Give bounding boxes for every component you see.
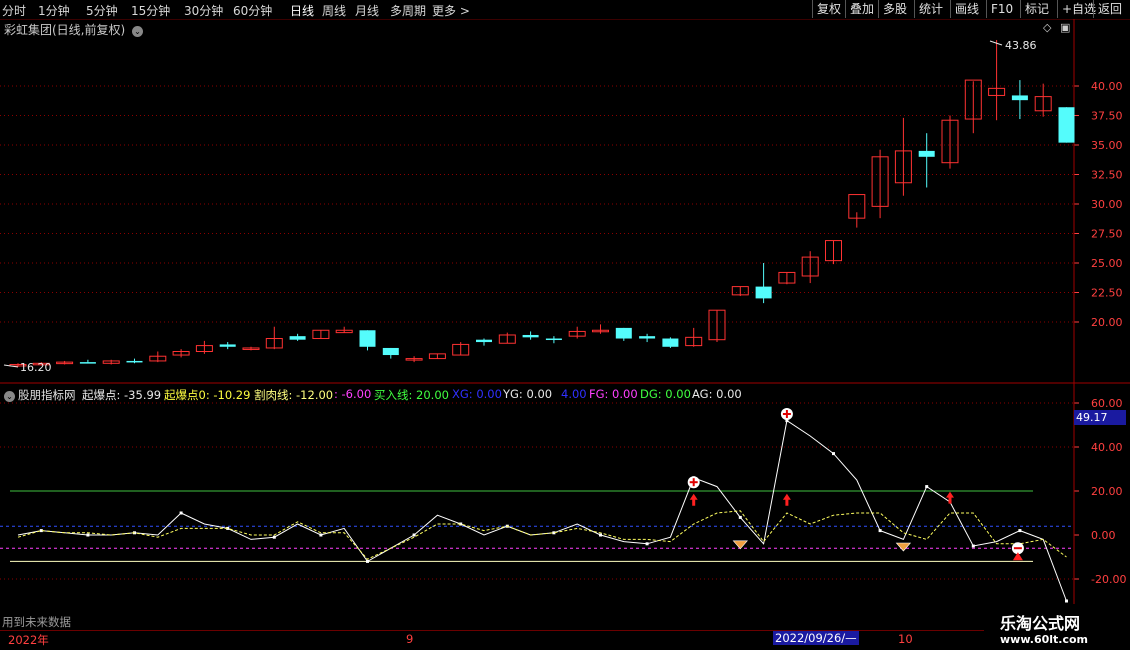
candle-body-down [1058,107,1075,143]
period-tab-5[interactable]: 60分钟 [233,2,272,19]
period-tab-0[interactable]: 分时 [2,2,26,19]
watermark-url: www.60lt.com [1000,633,1089,646]
indicator-tick-label: 40.00 [1091,441,1123,454]
price-tick-label: 25.00 [1091,257,1123,270]
candle-body-down [639,336,656,339]
period-tab-4[interactable]: 30分钟 [184,2,223,19]
candle-body-down [79,362,96,364]
price-tick-label: 27.50 [1091,228,1123,241]
sell-triangle-icon [1012,552,1023,561]
period-tab-9[interactable]: 多周期 [390,2,426,19]
candle-body-down [755,286,772,299]
high-price-label: 43.86 [1005,39,1037,52]
period-toolbar: 分时 1分钟 5分钟 15分钟 30分钟 60分钟 日线 周线 月线 多周期 更多 > 复权 叠加 多股统… [0,0,1130,20]
candle-body-down [545,338,562,341]
price-tick-label: 37.50 [1091,110,1123,123]
diamond-marker-icon [895,542,912,552]
high-marker-line [989,40,1003,46]
period-tab-8[interactable]: 月线 [355,2,379,19]
indicator-point [1018,529,1022,533]
indicator-tick-label: 0.00 [1091,529,1116,542]
price-tick-label: 35.00 [1091,139,1123,152]
candle-body-down [662,338,679,347]
indicator-tick-label: -20.00 [1091,573,1126,586]
candle-body-down [382,347,399,356]
up-arrow-icon [782,493,791,506]
price-tick-label: 40.00 [1091,80,1123,93]
date-label-month-10: 10 [898,632,913,646]
indicator-point [878,529,882,533]
candle-body-down [126,360,143,363]
period-tab-10[interactable]: 更多 > [432,2,470,19]
period-tab-7[interactable]: 周线 [322,2,346,19]
price-chart: 40.00 37.50 35.00 32.50 30.00 27.50 25.00 22.50… [0,19,1130,384]
toolbar-button-8[interactable]: 返回 [1093,0,1126,18]
toolbar-button-0[interactable]: 复权 [812,0,845,18]
indicator-point [738,515,742,519]
candle-body-down [289,336,306,340]
date-cursor: 2022/09/26/— [773,631,859,645]
indicator-point [971,544,975,548]
date-label-year: 2022年 [8,633,49,647]
indicator-tick-label: 60.00 [1091,397,1123,410]
toolbar-button-3[interactable]: 统计 [914,0,947,18]
indicator-point [832,452,835,456]
indicator-point [179,511,183,515]
price-tick-label: 20.00 [1091,316,1123,329]
candle-body-down [476,339,492,343]
price-tick-label: 32.50 [1091,169,1123,182]
future-data-note: 用到未来数据 [2,615,71,629]
toolbar-button-1[interactable]: 叠加 [845,0,878,18]
indicator-point [645,542,649,546]
indicator-chart: 60.00 40.00 20.00 0.00 -20.00 [0,384,1126,629]
toolbar-button-4[interactable]: 画线 [950,0,983,18]
indicator-series-0 [17,419,1067,602]
indicator-point [272,535,276,539]
indicator-point [1065,599,1068,603]
candle-body-down [1011,95,1028,101]
candle-body-down [522,334,539,338]
indicator-point [412,533,416,537]
date-label-month-9: 9 [406,632,414,646]
period-tab-3[interactable]: 15分钟 [131,2,170,19]
period-tab-6[interactable]: 日线 [290,2,314,19]
indicator-point [366,559,369,563]
up-arrow-icon [946,491,954,504]
toolbar-button-2[interactable]: 多股 [878,0,911,18]
price-tick-label: 30.00 [1091,198,1123,211]
period-tab-2[interactable]: 5分钟 [86,2,118,19]
price-tick-label: 22.50 [1091,287,1123,300]
candle-body-down [359,330,376,347]
low-price-label: 16.20 [20,361,52,374]
indicator-point [319,533,323,537]
toolbar-button-5[interactable]: F10 [986,0,1017,18]
last-value-badge: 49.17 [1074,410,1126,425]
indicator-point [925,485,929,489]
indicator-tick-label: 20.00 [1091,485,1123,498]
indicator-point [599,533,602,537]
toolbar-button-6[interactable]: 标记 [1020,0,1053,18]
period-tab-1[interactable]: 1分钟 [38,2,70,19]
candle-body-down [219,344,236,347]
candle-body-down [615,327,632,339]
up-arrow-icon [689,493,698,506]
indicator-point [86,533,90,537]
diamond-marker-icon [732,540,748,550]
watermark-title: 乐淘公式网 [1000,614,1081,633]
candle-body-down [918,150,935,157]
